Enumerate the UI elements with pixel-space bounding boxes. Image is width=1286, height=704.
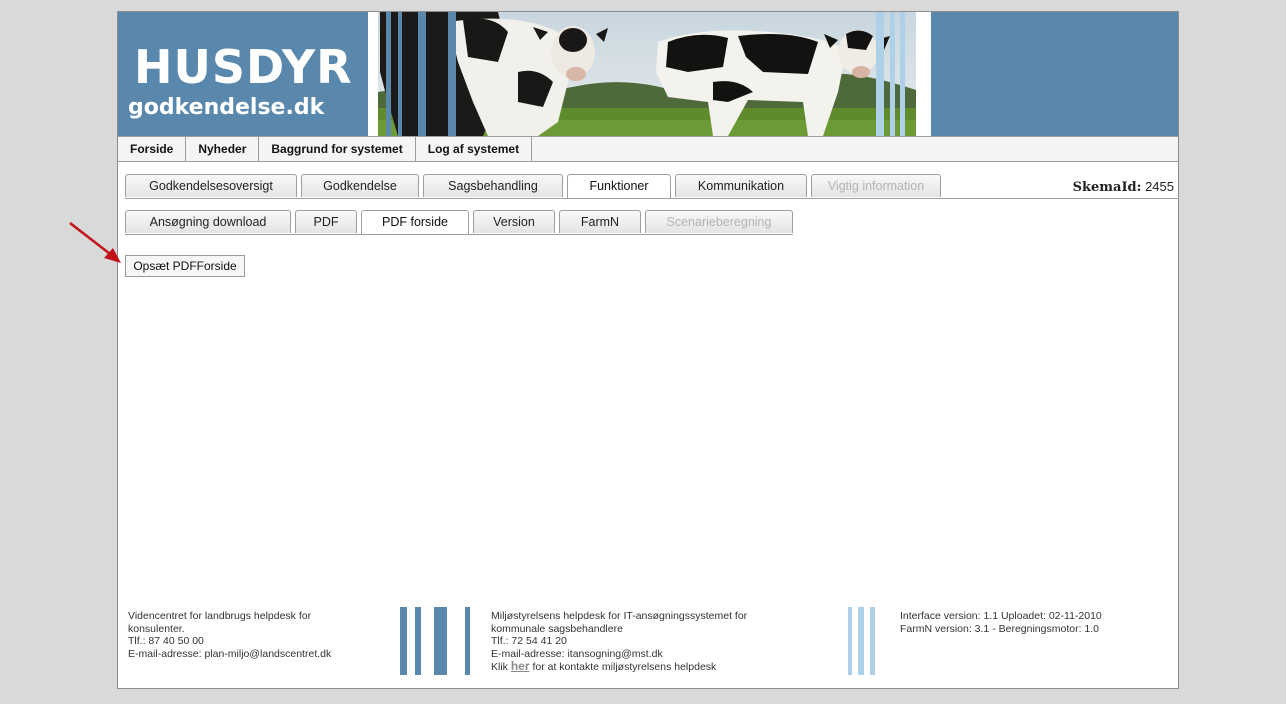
cows-photo bbox=[368, 12, 931, 136]
logo-husdyr: HUSDYR bbox=[134, 40, 353, 94]
footer-col-miljostyrelsen: Miljøstyrelsens helpdesk for IT-ansøgnin… bbox=[491, 610, 821, 674]
header-banner: HUSDYR godkendelse.dk bbox=[118, 12, 1178, 136]
tab-pdf[interactable]: PDF bbox=[295, 210, 357, 233]
tab-sagsbehandling[interactable]: Sagsbehandling bbox=[423, 174, 563, 197]
tab-ansogning-download[interactable]: Ansøgning download bbox=[125, 210, 291, 233]
tab-scenarieberegning: Scenarieberegning bbox=[645, 210, 793, 233]
footer-text: Miljøstyrelsens helpdesk for IT-ansøgnin… bbox=[491, 610, 748, 622]
top-navigation: Forside Nyheder Baggrund for systemet Lo… bbox=[118, 136, 1178, 162]
footer-text: konsulenter. bbox=[128, 622, 185, 635]
tab-funktioner[interactable]: Funktioner bbox=[567, 174, 671, 199]
footer-stripe bbox=[465, 607, 470, 675]
footer-text: E-mail-adresse: itansogning@mst.dk bbox=[491, 647, 663, 660]
footer-text: Interface version: 1.1 Uploadet: 02-11-2… bbox=[900, 610, 1102, 622]
tab-kommunikation[interactable]: Kommunikation bbox=[675, 174, 807, 197]
tab-godkendelsesoversigt[interactable]: Godkendelsesoversigt bbox=[125, 174, 297, 197]
skema-id: SkemaId: 2455 bbox=[1073, 179, 1174, 195]
footer-text: Videncentret for landbrugs helpdesk for bbox=[128, 610, 312, 622]
page-frame: HUSDYR godkendelse.dk Forside Nyheder Ba… bbox=[117, 11, 1179, 689]
footer-stripe bbox=[400, 607, 407, 675]
main-tab-baseline bbox=[125, 198, 1179, 199]
opset-pdf-forside-button[interactable]: Opsæt PDFForside bbox=[125, 255, 245, 277]
nav-log-af[interactable]: Log af systemet bbox=[416, 137, 533, 161]
footer-text: for at kontakte miljøstyrelsens helpdesk bbox=[532, 661, 717, 673]
red-arrow-icon bbox=[69, 222, 121, 263]
skema-id-label: SkemaId: bbox=[1072, 180, 1142, 195]
nav-nyheder[interactable]: Nyheder bbox=[186, 137, 260, 161]
footer-stripe bbox=[415, 607, 421, 675]
nav-baggrund[interactable]: Baggrund for systemet bbox=[259, 137, 416, 161]
footer-stripe bbox=[870, 607, 875, 675]
helpdesk-link[interactable]: her bbox=[511, 659, 530, 673]
footer-text: Tlf.: 72 54 41 20 bbox=[491, 635, 567, 647]
footer-contact-line: Klik her for at kontakte miljøstyrelsens… bbox=[491, 660, 821, 674]
footer-stripe bbox=[858, 607, 864, 675]
footer-text: E-mail-adresse: plan-miljo@landscentret.… bbox=[128, 647, 332, 660]
tab-godkendelse[interactable]: Godkendelse bbox=[301, 174, 419, 197]
footer-col-version: Interface version: 1.1 Uploadet: 02-11-2… bbox=[900, 610, 1170, 635]
tab-pdf-forside[interactable]: PDF forside bbox=[361, 210, 469, 235]
footer-stripe bbox=[434, 607, 447, 675]
logo-domain: godkendelse.dk bbox=[128, 95, 325, 120]
footer-stripe bbox=[848, 607, 852, 675]
skema-id-value: 2455 bbox=[1145, 179, 1174, 194]
footer-text: kommunale sagsbehandlere bbox=[491, 622, 623, 635]
footer-text: Tlf.: 87 40 50 00 bbox=[128, 635, 204, 647]
tab-farmn[interactable]: FarmN bbox=[559, 210, 641, 233]
footer-text: FarmN version: 3.1 - Beregningsmotor: 1.… bbox=[900, 622, 1099, 635]
footer-col-videncentret: Videncentret for landbrugs helpdesk for … bbox=[128, 610, 388, 660]
footer-text: Klik bbox=[491, 661, 508, 673]
sub-tab-baseline bbox=[125, 234, 793, 235]
tab-version[interactable]: Version bbox=[473, 210, 555, 233]
tab-vigtig-information: Vigtig information bbox=[811, 174, 941, 197]
nav-forside[interactable]: Forside bbox=[118, 137, 187, 161]
